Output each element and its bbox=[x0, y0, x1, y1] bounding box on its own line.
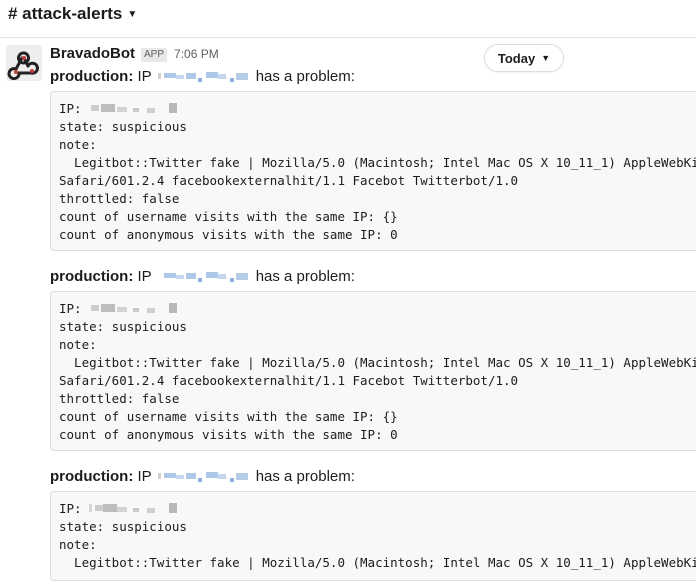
app-badge: APP bbox=[141, 48, 168, 62]
alert-ip-label: IP bbox=[137, 67, 152, 85]
channel-header: # attack-alerts ▼ bbox=[0, 0, 696, 38]
alert-title: production: IP has a problem: bbox=[50, 66, 355, 86]
code-line: throttled: false bbox=[59, 191, 180, 206]
code-line: note: bbox=[59, 537, 97, 552]
alert-ip-label: IP bbox=[137, 467, 152, 485]
channel-name: # attack-alerts bbox=[8, 4, 123, 23]
alert-suffix: has a problem: bbox=[255, 67, 355, 85]
code-line: count of username visits with the same I… bbox=[59, 209, 398, 224]
code-line: Legitbot::Twitter fake | Mozilla/5.0 (Ma… bbox=[74, 555, 696, 570]
code-line: count of anonymous visits with the same … bbox=[59, 427, 398, 442]
code-line: state: suspicious bbox=[59, 319, 187, 334]
code-line: IP: bbox=[59, 500, 696, 518]
code-line: count of anonymous visits with the same … bbox=[59, 227, 398, 242]
chevron-down-icon: ▼ bbox=[541, 53, 551, 63]
code-line: IP: bbox=[59, 100, 696, 118]
code-line: note: bbox=[59, 137, 97, 152]
alert-suffix: has a problem: bbox=[255, 467, 355, 485]
redacted-ip bbox=[156, 69, 252, 83]
channel-name-button[interactable]: # attack-alerts ▼ bbox=[8, 4, 137, 24]
code-line: Legitbot::Twitter fake | Mozilla/5.0 (Ma… bbox=[74, 155, 696, 170]
date-label: Today bbox=[497, 50, 536, 66]
webhook-icon bbox=[6, 45, 42, 81]
code-line: state: suspicious bbox=[59, 519, 187, 534]
message-timestamp[interactable]: 7:06 PM bbox=[174, 47, 219, 61]
alert-title: production: IP has a problem: bbox=[50, 266, 355, 286]
code-line: state: suspicious bbox=[59, 119, 187, 134]
redacted-ip bbox=[89, 102, 181, 114]
code-line: IP: bbox=[59, 300, 696, 318]
alert-env: production: bbox=[50, 267, 134, 285]
redacted-ip bbox=[89, 302, 181, 314]
code-line: Legitbot::Twitter fake | Mozilla/5.0 (Ma… bbox=[74, 355, 696, 370]
alert-code-block: IP: state: suspicious note: Legitbot::Tw… bbox=[50, 491, 696, 581]
code-line: note: bbox=[59, 337, 97, 352]
alert-code-block: IP: state: suspicious note: Legitbot::Tw… bbox=[50, 291, 696, 451]
chevron-down-icon: ▼ bbox=[127, 8, 138, 20]
alert-code-block: IP: state: suspicious note: Legitbot::Tw… bbox=[50, 91, 696, 251]
redacted-ip bbox=[89, 502, 181, 514]
alert-ip-label: IP bbox=[137, 267, 152, 285]
message-meta: BravadoBot APP 7:06 PM bbox=[50, 45, 219, 63]
alert-env: production: bbox=[50, 67, 134, 85]
code-line: Safari/601.2.4 facebookexternalhit/1.1 F… bbox=[59, 373, 519, 388]
code-line: Safari/601.2.4 facebookexternalhit/1.1 F… bbox=[59, 173, 519, 188]
redacted-ip bbox=[156, 469, 252, 483]
alert-env: production: bbox=[50, 467, 134, 485]
code-line: count of username visits with the same I… bbox=[59, 409, 398, 424]
alert-title: production: IP has a problem: bbox=[50, 466, 355, 486]
code-line: throttled: false bbox=[59, 391, 180, 406]
bot-avatar[interactable] bbox=[6, 45, 42, 81]
date-divider-button[interactable]: Today ▼ bbox=[484, 44, 564, 72]
bot-name[interactable]: BravadoBot bbox=[50, 45, 135, 62]
redacted-ip bbox=[156, 269, 252, 283]
alert-suffix: has a problem: bbox=[255, 267, 355, 285]
